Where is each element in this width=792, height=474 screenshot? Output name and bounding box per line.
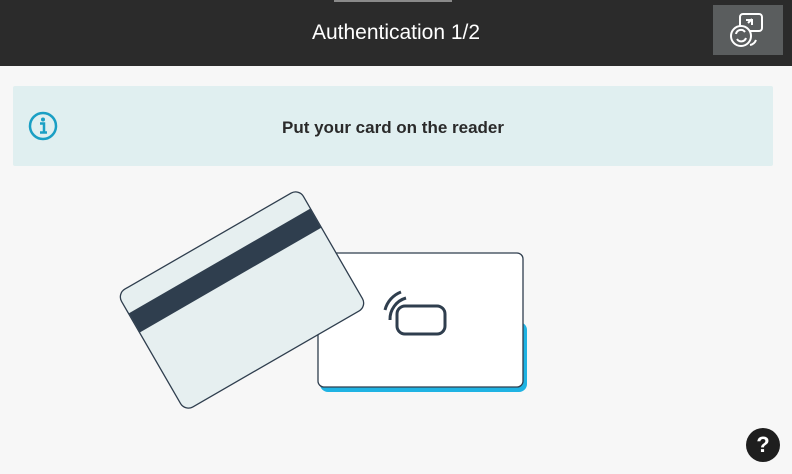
app-header: Authentication 1/2 — [0, 0, 792, 66]
card-reader-illustration — [119, 191, 527, 409]
help-button[interactable]: ? — [746, 428, 780, 462]
instruction-text: Put your card on the reader — [282, 118, 504, 137]
instruction-banner: Put your card on the reader — [13, 86, 773, 166]
page-title: Authentication 1/2 — [311, 21, 481, 44]
switch-authentication-button[interactable] — [713, 5, 783, 55]
contactless-card — [317, 252, 527, 392]
card-switch-icon — [730, 13, 763, 47]
